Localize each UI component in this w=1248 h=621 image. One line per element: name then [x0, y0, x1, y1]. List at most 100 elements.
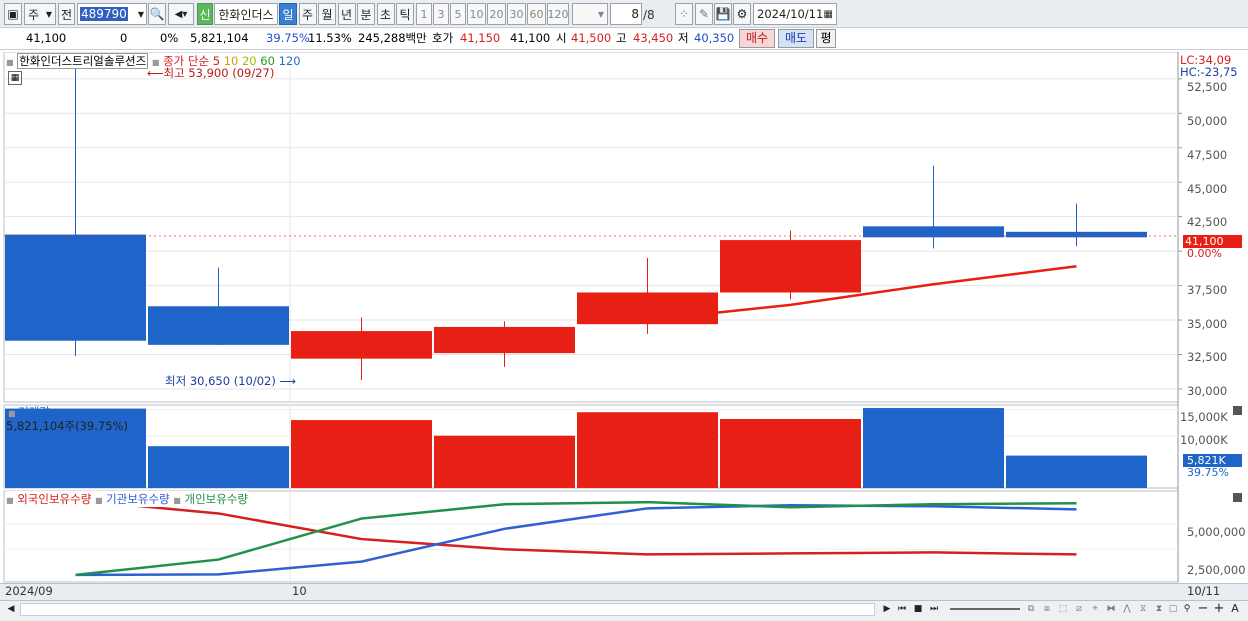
period-select[interactable]: 주 ▼	[24, 3, 56, 25]
magnifier-icon[interactable]: ⚲	[1180, 602, 1194, 616]
candle-body-1	[148, 306, 289, 345]
quote-amount: 245,288백만	[358, 31, 427, 45]
price-axis-label-2: 47,500	[1187, 148, 1228, 162]
xaxis-start: 2024/09	[5, 584, 53, 598]
tool-icon-6[interactable]: ⧓	[1104, 602, 1118, 616]
fast-forward-icon[interactable]: ⏭	[927, 602, 941, 616]
code-input[interactable]: 489790 ▼	[77, 3, 147, 25]
open-value: 41,500	[571, 31, 612, 45]
search-icon[interactable]: 🔍	[148, 3, 166, 25]
scroll-left-icon[interactable]: ◀	[4, 602, 18, 616]
font-size-icon[interactable]: A	[1228, 602, 1242, 616]
low-value: 40,350	[694, 31, 735, 45]
chevron-down-icon: ▼	[137, 9, 144, 19]
price-axis-label-8: 30,000	[1187, 384, 1228, 398]
tool-icon-1[interactable]: ⧉	[1024, 602, 1038, 616]
period-tab-3[interactable]: 년	[337, 3, 356, 25]
interval-button-6[interactable]: 60	[527, 3, 546, 25]
gear-icon[interactable]: ⚙	[733, 3, 751, 25]
period-tab-1[interactable]: 주	[298, 3, 317, 25]
chevron-down-icon: ▼	[45, 9, 52, 19]
save-icon[interactable]: 💾	[714, 3, 732, 25]
tool-icon-8[interactable]: ⧖	[1136, 602, 1150, 616]
holdings-axis-5m: 5,000,000	[1187, 525, 1246, 539]
date-value: 2024/10/11	[757, 7, 824, 21]
price-axis-label-5: 37,500	[1187, 283, 1228, 297]
dots-icon[interactable]: ⁘	[675, 3, 693, 25]
prev-close: 41,100	[510, 31, 551, 45]
tool-icon-2[interactable]: ⧈	[1040, 602, 1054, 616]
tool-icon-4[interactable]: ⧄	[1072, 602, 1086, 616]
hoga-label: 호가	[432, 31, 454, 45]
interval-button-2[interactable]: 5	[450, 3, 466, 25]
avg-button[interactable]: 평	[816, 29, 836, 48]
scrollbar-track[interactable]	[20, 603, 875, 616]
panel-marker-icon: ■	[8, 409, 19, 418]
hoga-value: 41,150	[460, 31, 501, 45]
low-label: 저	[678, 31, 689, 45]
chevron-down-icon: ▼	[597, 9, 604, 19]
period-tab-4[interactable]: 분	[357, 3, 375, 25]
quote-volume: 5,821,104	[190, 31, 249, 45]
interval-button-5[interactable]: 30	[507, 3, 526, 25]
quote-vol-ratio: 39.75%	[266, 31, 310, 45]
tool-icon-5[interactable]: ⌖	[1088, 602, 1102, 616]
page-total: /8	[643, 8, 655, 22]
price-axis-label-6: 35,000	[1187, 317, 1228, 331]
zoom-in-icon[interactable]: +	[1212, 602, 1226, 616]
period-tab-2[interactable]: 월	[318, 3, 336, 25]
hc-label: HC:-23,75	[1180, 65, 1238, 79]
interval-button-0[interactable]: 1	[416, 3, 432, 25]
draw-icon[interactable]: ✎	[695, 3, 713, 25]
volume-current-pct: 39.75%	[1187, 466, 1229, 479]
low-marker: 최저 30,650 (10/02) ⟶	[165, 373, 296, 389]
holdings-close-icon[interactable]	[1233, 493, 1242, 502]
price-axis-label-3: 45,000	[1187, 182, 1228, 196]
date-input[interactable]: 2024/10/11 ▦	[753, 3, 837, 25]
price-axis-label-7: 32,500	[1187, 350, 1228, 364]
rewind-icon[interactable]: ⏮	[895, 602, 909, 616]
chart-canvas[interactable]	[0, 52, 1248, 602]
ma-period-120: 120	[278, 54, 301, 68]
low-marker-text: 최저 30,650 (10/02)	[165, 374, 276, 388]
period-tab-0[interactable]: 일	[279, 3, 297, 25]
candle-body-2	[291, 331, 432, 359]
interval-button-4[interactable]: 20	[487, 3, 506, 25]
period-tab-5[interactable]: 초	[376, 3, 395, 25]
period-tab-6[interactable]: 틱	[396, 3, 414, 25]
panel-marker-icon: ■	[6, 496, 14, 505]
sell-button[interactable]: 매도	[778, 29, 814, 48]
grid-icon[interactable]: ▦	[8, 71, 22, 85]
interval-select[interactable]: ▼	[572, 3, 608, 25]
stock-name[interactable]: 한화인더스	[214, 3, 278, 25]
candle-body-5	[720, 240, 861, 293]
interval-button-7[interactable]: 120	[547, 3, 569, 25]
stop-icon[interactable]: ■	[911, 602, 925, 616]
quote-price: 41,100	[26, 31, 67, 45]
interval-button-3[interactable]: 10	[467, 3, 486, 25]
interval-button-1[interactable]: 3	[433, 3, 449, 25]
volume-bar-2	[291, 420, 432, 488]
speaker-icon[interactable]: ◀▾	[168, 3, 194, 25]
window-icon[interactable]: ▣	[4, 3, 22, 25]
quote-change: 0	[120, 31, 128, 45]
legend-individual: 개인보유수량	[184, 492, 248, 506]
tool-icon-10[interactable]: ▢	[1166, 602, 1180, 616]
panel-marker-icon: ■	[173, 496, 181, 505]
zoom-slider[interactable]	[950, 608, 1020, 610]
tool-icon-3[interactable]: ⬚	[1056, 602, 1070, 616]
price-axis-label-0: 52,500	[1187, 80, 1228, 94]
high-value: 43,450	[633, 31, 674, 45]
panel-marker-icon: ■	[94, 496, 103, 505]
volume-bar-5	[720, 419, 861, 488]
volume-bar-6	[863, 408, 1004, 488]
prev-button[interactable]: 전	[58, 3, 75, 25]
scroll-right-icon[interactable]: ▶	[880, 602, 894, 616]
legend-institution: 기관보유수량	[106, 492, 170, 506]
buy-button[interactable]: 매수	[739, 29, 775, 48]
tool-icon-7[interactable]: ⋀	[1120, 602, 1134, 616]
volume-close-icon[interactable]	[1233, 406, 1242, 415]
tool-icon-9[interactable]: ⧗	[1152, 602, 1166, 616]
page-counter[interactable]: 8	[610, 3, 642, 25]
zoom-out-icon[interactable]: −	[1196, 602, 1210, 616]
